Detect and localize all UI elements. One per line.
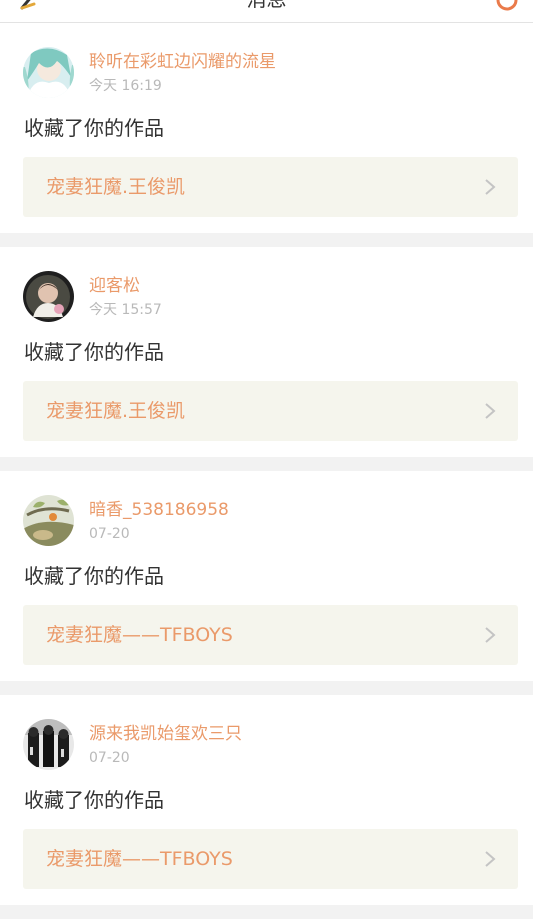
page-title: 消息 (0, 0, 533, 11)
work-title: 宠妻狂魔——TFBOYS (46, 624, 233, 646)
avatar[interactable] (23, 495, 74, 546)
chevron-right-icon (485, 179, 496, 195)
timestamp: 今天 16:19 (89, 78, 162, 94)
username[interactable]: 迎客松 (89, 275, 140, 297)
action-text: 收藏了你的作品 (24, 788, 164, 812)
username[interactable]: 源来我凯始玺欢三只 (89, 723, 242, 745)
timestamp: 今天 15:57 (89, 302, 162, 318)
avatar[interactable] (23, 271, 74, 322)
work-title: 宠妻狂魔.王俊凯 (46, 400, 186, 422)
avatar[interactable] (23, 47, 74, 98)
message-item: 聆听在彩虹边闪耀的流星 今天 16:19 收藏了你的作品 宠妻狂魔.王俊凯 (0, 23, 533, 233)
work-link[interactable]: 宠妻狂魔——TFBOYS (23, 605, 518, 665)
work-title: 宠妻狂魔.王俊凯 (46, 176, 186, 198)
avatar[interactable] (23, 719, 74, 770)
message-item: 迎客松 今天 15:57 收藏了你的作品 宠妻狂魔.王俊凯 (0, 247, 533, 457)
username[interactable]: 聆听在彩虹边闪耀的流星 (89, 51, 276, 73)
message-item: 暗香_538186958 07-20 收藏了你的作品 宠妻狂魔——TFBOYS (0, 471, 533, 681)
notification-icon[interactable] (495, 0, 519, 12)
action-text: 收藏了你的作品 (24, 340, 164, 364)
top-bar: 消息 (0, 0, 533, 23)
chevron-right-icon (485, 403, 496, 419)
action-text: 收藏了你的作品 (24, 564, 164, 588)
message-item: 源来我凯始玺欢三只 07-20 收藏了你的作品 宠妻狂魔——TFBOYS (0, 695, 533, 905)
chevron-right-icon (485, 627, 496, 643)
work-link[interactable]: 宠妻狂魔.王俊凯 (23, 381, 518, 441)
message-feed: 聆听在彩虹边闪耀的流星 今天 16:19 收藏了你的作品 宠妻狂魔.王俊凯 迎客… (0, 23, 533, 919)
chevron-right-icon (485, 851, 496, 867)
work-title: 宠妻狂魔——TFBOYS (46, 848, 233, 870)
work-link[interactable]: 宠妻狂魔——TFBOYS (23, 829, 518, 889)
username[interactable]: 暗香_538186958 (89, 499, 229, 521)
timestamp: 07-20 (89, 526, 130, 542)
work-link[interactable]: 宠妻狂魔.王俊凯 (23, 157, 518, 217)
action-text: 收藏了你的作品 (24, 116, 164, 140)
timestamp: 07-20 (89, 750, 130, 766)
